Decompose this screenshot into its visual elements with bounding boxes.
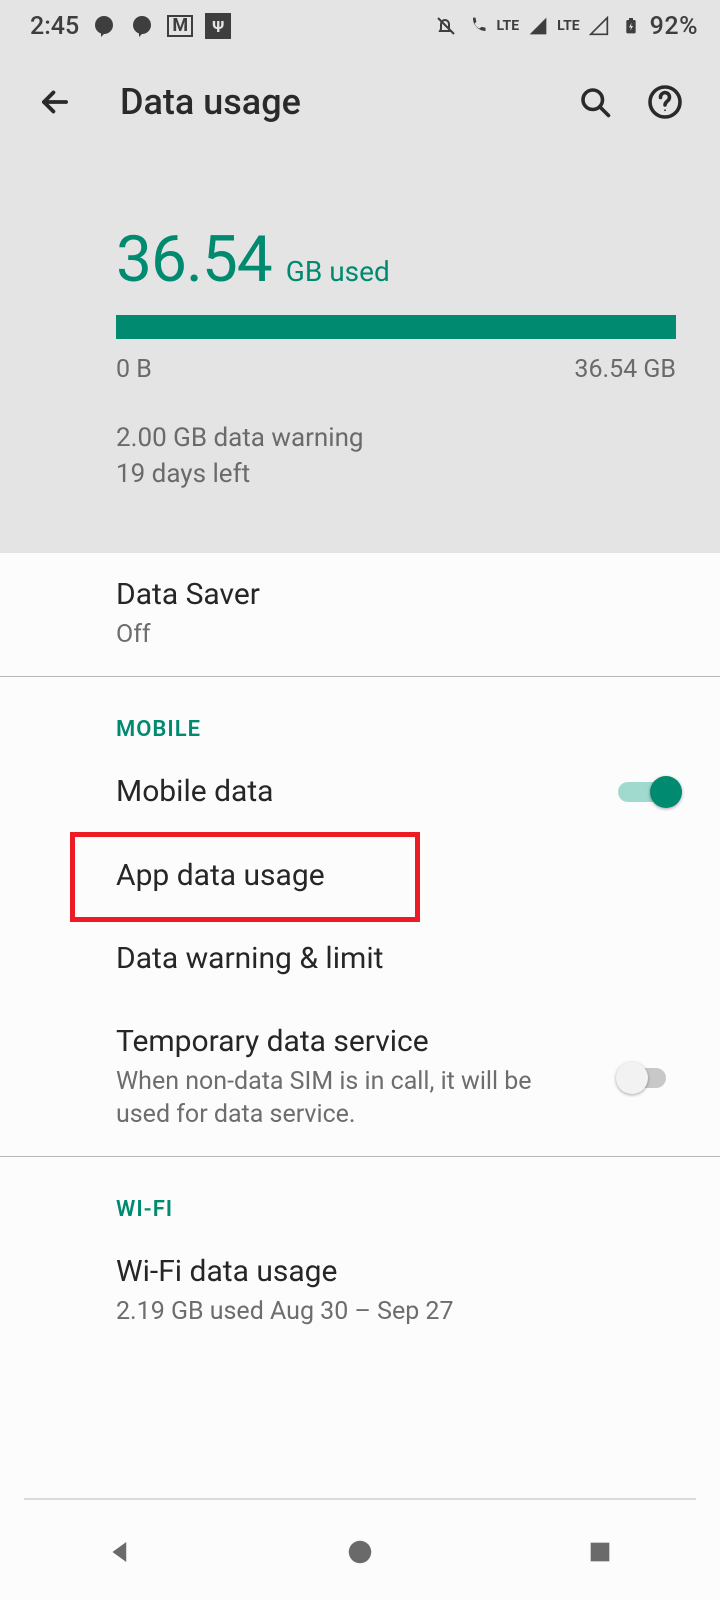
usage-warning-text: 2.00 GB data warning bbox=[116, 420, 684, 456]
wifi-usage-title: Wi-Fi data usage bbox=[116, 1254, 684, 1289]
temp-service-title: Temporary data service bbox=[116, 1024, 618, 1059]
lte-label-2: LTE bbox=[557, 18, 580, 34]
app-data-usage-title: App data usage bbox=[116, 858, 684, 893]
item-data-saver[interactable]: Data Saver Off bbox=[0, 553, 720, 676]
usage-bar-max: 36.54 GB bbox=[574, 355, 676, 384]
status-bar: 2:45 M Ψ LTE LTE 92% bbox=[0, 0, 720, 52]
item-mobile-data[interactable]: Mobile data bbox=[0, 750, 720, 834]
volte-icon bbox=[465, 13, 491, 39]
gmail-icon: M bbox=[167, 15, 193, 37]
usage-unit: GB used bbox=[286, 255, 390, 288]
app-toolbar: Data usage bbox=[0, 52, 720, 152]
section-header-mobile: MOBILE bbox=[0, 677, 720, 750]
usage-progress-bar bbox=[116, 315, 676, 339]
usage-amount: 36.54 bbox=[116, 222, 272, 297]
status-left: 2:45 M Ψ bbox=[30, 12, 231, 41]
system-nav-bar bbox=[0, 1504, 720, 1600]
item-data-warning-limit[interactable]: Data warning & limit bbox=[0, 917, 720, 1000]
signal-icon bbox=[525, 13, 551, 39]
status-time: 2:45 bbox=[30, 12, 79, 41]
search-button[interactable] bbox=[568, 75, 622, 129]
messenger-icon bbox=[129, 13, 155, 39]
data-saver-status: Off bbox=[116, 618, 586, 652]
lte-label-1: LTE bbox=[497, 18, 520, 34]
wifi-usage-detail: 2.19 GB used Aug 30 – Sep 27 bbox=[116, 1295, 586, 1329]
item-wifi-data-usage[interactable]: Wi-Fi data usage 2.19 GB used Aug 30 – S… bbox=[0, 1230, 720, 1353]
battery-charging-icon bbox=[618, 13, 644, 39]
page-title: Data usage bbox=[120, 81, 552, 123]
signal-empty-icon bbox=[586, 13, 612, 39]
messenger-icon bbox=[91, 13, 117, 39]
usage-summary: 36.54 GB used 0 B 36.54 GB 2.00 GB data … bbox=[0, 152, 720, 553]
nav-back-button[interactable] bbox=[60, 1522, 180, 1582]
usb-icon: Ψ bbox=[205, 13, 231, 39]
nav-recent-button[interactable] bbox=[540, 1522, 660, 1582]
temp-service-toggle[interactable] bbox=[618, 1060, 676, 1096]
data-warning-limit-title: Data warning & limit bbox=[116, 941, 684, 976]
help-button[interactable] bbox=[638, 75, 692, 129]
usage-days-left: 19 days left bbox=[116, 456, 684, 492]
usage-bar-min: 0 B bbox=[116, 355, 152, 384]
item-temp-data-service[interactable]: Temporary data service When non-data SIM… bbox=[0, 1000, 720, 1157]
dnd-off-icon bbox=[433, 13, 459, 39]
section-header-wifi: WI-FI bbox=[0, 1157, 720, 1230]
battery-percent: 92% bbox=[650, 12, 698, 41]
back-button[interactable] bbox=[30, 77, 80, 127]
mobile-data-title: Mobile data bbox=[116, 774, 618, 809]
mobile-data-toggle[interactable] bbox=[618, 774, 676, 810]
temp-service-desc: When non-data SIM is in call, it will be… bbox=[116, 1065, 586, 1133]
nav-separator bbox=[24, 1498, 696, 1500]
item-app-data-usage[interactable]: App data usage bbox=[0, 834, 720, 917]
nav-home-button[interactable] bbox=[300, 1522, 420, 1582]
data-saver-title: Data Saver bbox=[116, 577, 684, 612]
status-right: LTE LTE 92% bbox=[433, 12, 698, 41]
usage-bar-labels: 0 B 36.54 GB bbox=[116, 355, 676, 384]
